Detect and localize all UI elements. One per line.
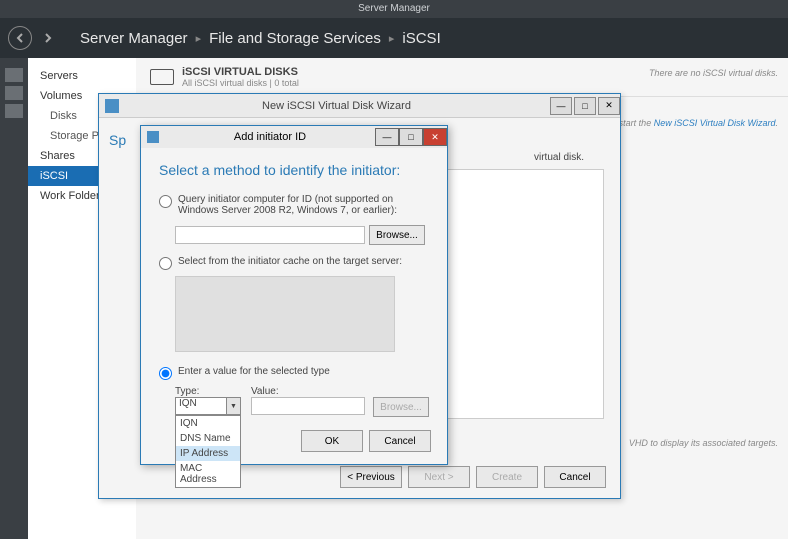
radio-enter-value-label: Enter a value for the selected type (178, 366, 330, 377)
no-disks-hint: There are no iSCSI virtual disks. (649, 68, 778, 78)
radio-query[interactable] (159, 195, 172, 208)
section-title: iSCSI VIRTUAL DISKS (182, 66, 299, 78)
dropdown-option-dns[interactable]: DNS Name (176, 431, 240, 446)
chevron-icon: ▸ (389, 32, 395, 45)
maximize-button[interactable]: □ (399, 128, 423, 146)
wizard-title-text: New iSCSI Virtual Disk Wizard (125, 100, 548, 112)
dashboard-icon[interactable] (5, 68, 23, 82)
previous-button[interactable]: < Previous (340, 466, 402, 488)
app-icon (147, 131, 159, 143)
close-button[interactable]: ✕ (423, 128, 447, 146)
maximize-button[interactable]: □ (574, 97, 596, 115)
breadcrumb-root[interactable]: Server Manager (80, 30, 188, 47)
breadcrumb: Server Manager ▸ File and Storage Servic… (76, 30, 445, 47)
section-subtitle: All iSCSI virtual disks | 0 total (182, 78, 299, 88)
wizard-step-title: Sp (109, 132, 126, 148)
servers-icon[interactable] (5, 86, 23, 100)
radio-enter-value[interactable] (159, 367, 172, 380)
sidebar-item-servers[interactable]: Servers (28, 66, 136, 86)
query-input[interactable] (175, 226, 365, 244)
back-button[interactable] (8, 26, 32, 50)
close-button[interactable]: ✕ (598, 97, 620, 115)
ok-button[interactable]: OK (301, 430, 363, 452)
breadcrumb-mid[interactable]: File and Storage Services (209, 30, 381, 47)
radio-query-label: Query initiator computer for ID (not sup… (178, 194, 398, 216)
dropdown-option-mac[interactable]: MAC Address (176, 461, 240, 487)
cancel-button[interactable]: Cancel (544, 466, 606, 488)
type-dropdown: IQN DNS Name IP Address MAC Address (175, 415, 241, 488)
disk-icon (150, 69, 174, 85)
dialog-title-text: Add initiator ID (165, 131, 375, 143)
window-titlebar: Server Manager (0, 0, 788, 18)
next-button[interactable]: Next > (408, 466, 470, 488)
left-iconbar (0, 58, 28, 539)
value-label: Value: (251, 386, 429, 397)
minimize-button[interactable]: — (550, 97, 572, 115)
type-select[interactable]: IQN ▼ (175, 397, 241, 415)
chevron-down-icon[interactable]: ▼ (226, 398, 240, 414)
wizard-titlebar[interactable]: New iSCSI Virtual Disk Wizard — □ ✕ (99, 94, 620, 118)
value-input[interactable] (251, 397, 365, 415)
breadcrumb-leaf[interactable]: iSCSI (402, 30, 440, 47)
dropdown-option-iqn[interactable]: IQN (176, 416, 240, 431)
value-browse-button[interactable]: Browse... (373, 397, 429, 417)
radio-cache[interactable] (159, 257, 172, 270)
app-icon (105, 99, 119, 113)
minimize-button[interactable]: — (375, 128, 399, 146)
create-button[interactable]: Create (476, 466, 538, 488)
cancel-button[interactable]: Cancel (369, 430, 431, 452)
storage-icon[interactable] (5, 104, 23, 118)
forward-button[interactable] (36, 26, 60, 50)
browse-button[interactable]: Browse... (369, 225, 425, 245)
targets-hint: VHD to display its associated targets. (629, 438, 778, 448)
dialog-titlebar[interactable]: Add initiator ID — □ ✕ (141, 126, 447, 148)
dropdown-option-ip[interactable]: IP Address (176, 446, 240, 461)
chevron-icon: ▸ (196, 32, 202, 45)
cache-listbox[interactable] (175, 276, 395, 352)
radio-cache-label: Select from the initiator cache on the t… (178, 256, 402, 267)
wizard-hint: disk, start the New iSCSI Virtual Disk W… (598, 118, 778, 128)
header-bar: Server Manager ▸ File and Storage Servic… (0, 18, 788, 58)
type-label: Type: (175, 386, 241, 397)
new-wizard-link[interactable]: New iSCSI Virtual Disk Wizard (654, 118, 776, 128)
add-initiator-dialog: Add initiator ID — □ ✕ Select a method t… (140, 125, 448, 465)
dialog-heading: Select a method to identify the initiato… (159, 162, 429, 178)
type-selected-value: IQN (176, 398, 197, 409)
